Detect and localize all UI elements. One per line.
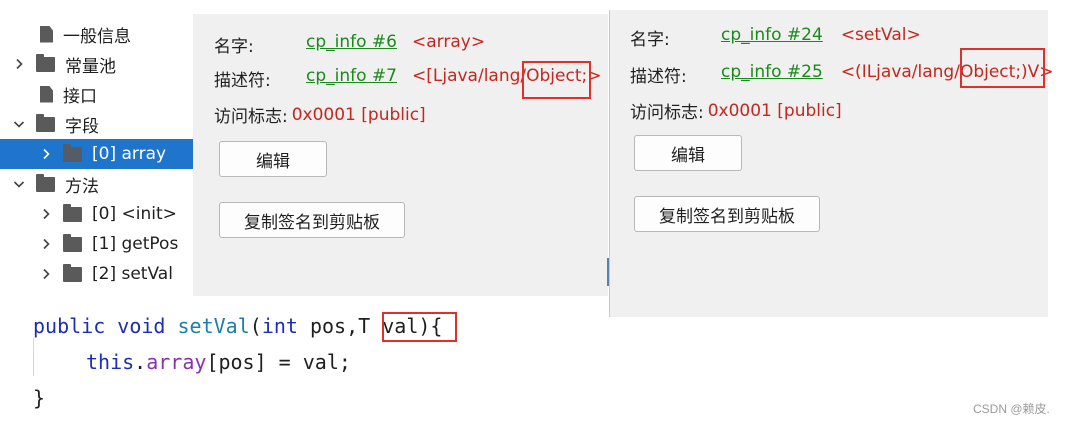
name-label: 名字: — [630, 30, 670, 50]
tree-item[interactable]: [2] setVal — [0, 259, 193, 289]
keyword: this — [86, 350, 135, 374]
watermark: CSDN @赖皮. — [973, 402, 1050, 416]
folder-icon — [63, 233, 82, 252]
folder-icon — [63, 263, 82, 282]
chevron-right-icon[interactable] — [39, 237, 53, 251]
tree-item-label: 字段 — [65, 116, 99, 137]
field-name: array — [146, 350, 207, 374]
indent-guide — [33, 338, 34, 376]
field-detail-panel: 名字: cp_info #6 <array> 描述符: cp_info #7 <… — [193, 14, 608, 296]
file-icon — [40, 85, 53, 103]
chevron-down-icon[interactable] — [12, 177, 26, 191]
tree-item[interactable]: 一般信息 — [0, 19, 193, 49]
folder-icon — [63, 203, 82, 222]
tree-item[interactable]: [1] getPos — [0, 229, 193, 259]
folder-icon — [36, 113, 55, 132]
tree-item[interactable]: [0] <init> — [0, 199, 193, 229]
keyword: public — [33, 314, 106, 338]
name-cp-info-link[interactable]: cp_info #6 — [306, 32, 397, 52]
name-value: <array> — [412, 32, 486, 52]
object-highlight-box — [960, 48, 1045, 88]
type-param-highlight-box — [382, 312, 457, 342]
code-snippet: public void setVal(int pos,T val){ this.… — [0, 296, 1065, 425]
chevron-right-icon[interactable] — [12, 57, 26, 71]
tree-item[interactable]: 方法 — [0, 169, 193, 199]
descriptor-cp-info-link[interactable]: cp_info #7 — [306, 66, 397, 86]
edit-button[interactable]: 编辑 — [219, 141, 327, 177]
paren: ( — [249, 314, 262, 338]
tree-item-label: [0] <init> — [92, 204, 177, 224]
chevron-right-icon[interactable] — [39, 147, 53, 161]
descriptor-cp-info-link[interactable]: cp_info #25 — [721, 62, 823, 82]
access-flags-label: 访问标志: — [214, 107, 288, 127]
statement-rest: [pos] = val; — [206, 350, 351, 374]
chevron-right-icon[interactable] — [39, 207, 53, 221]
tree-item-label: 方法 — [65, 176, 99, 197]
code-line-3: } — [33, 386, 45, 410]
tree-item-label: 接口 — [63, 86, 97, 107]
keyword: void — [117, 314, 166, 338]
keyword: int — [261, 314, 298, 338]
tree-item[interactable]: 常量池 — [0, 49, 193, 79]
file-icon — [40, 25, 53, 43]
folder-icon — [63, 143, 82, 162]
tree-item[interactable]: 字段 — [0, 109, 193, 139]
method-name: setVal — [177, 314, 250, 338]
code-line-2: this.array[pos] = val; — [86, 350, 351, 374]
chevron-right-icon[interactable] — [39, 267, 53, 281]
access-flags-value: 0x0001 [public] — [707, 100, 842, 121]
param-pos: pos, — [297, 314, 359, 338]
class-structure-tree: 一般信息常量池接口字段 [0] array 方法 [0] <init> [1] getP… — [0, 14, 193, 296]
dot: . — [134, 350, 147, 374]
access-flags-label: 访问标志: — [630, 103, 704, 123]
name-value: <setVal> — [840, 25, 921, 45]
tree-item[interactable]: [0] array — [0, 139, 193, 169]
descriptor-label: 描述符: — [630, 67, 687, 87]
folder-icon — [36, 53, 55, 72]
closing-brace: } — [33, 386, 46, 410]
tree-item-label: [1] getPos — [92, 234, 179, 254]
tree-item-label: 一般信息 — [63, 26, 131, 47]
object-highlight-box — [522, 61, 591, 99]
access-flags-value: 0x0001 [public] — [291, 104, 426, 125]
tree-item-label: 常量池 — [65, 56, 116, 77]
name-cp-info-link[interactable]: cp_info #24 — [721, 25, 823, 45]
tree-item-label: [2] setVal — [92, 264, 173, 284]
method-detail-panel: 名字: cp_info #24 <setVal> 描述符: cp_info #2… — [609, 10, 1054, 317]
tree-item[interactable]: 接口 — [0, 79, 193, 109]
copy-signature-button[interactable]: 复制签名到剪贴板 — [634, 196, 820, 232]
descriptor-label: 描述符: — [214, 71, 271, 91]
chevron-down-icon[interactable] — [12, 117, 26, 131]
edit-button[interactable]: 编辑 — [634, 135, 742, 171]
name-label: 名字: — [214, 37, 254, 57]
folder-icon — [36, 173, 55, 192]
copy-signature-button[interactable]: 复制签名到剪贴板 — [219, 202, 405, 238]
tree-item-label: [0] array — [92, 144, 167, 164]
